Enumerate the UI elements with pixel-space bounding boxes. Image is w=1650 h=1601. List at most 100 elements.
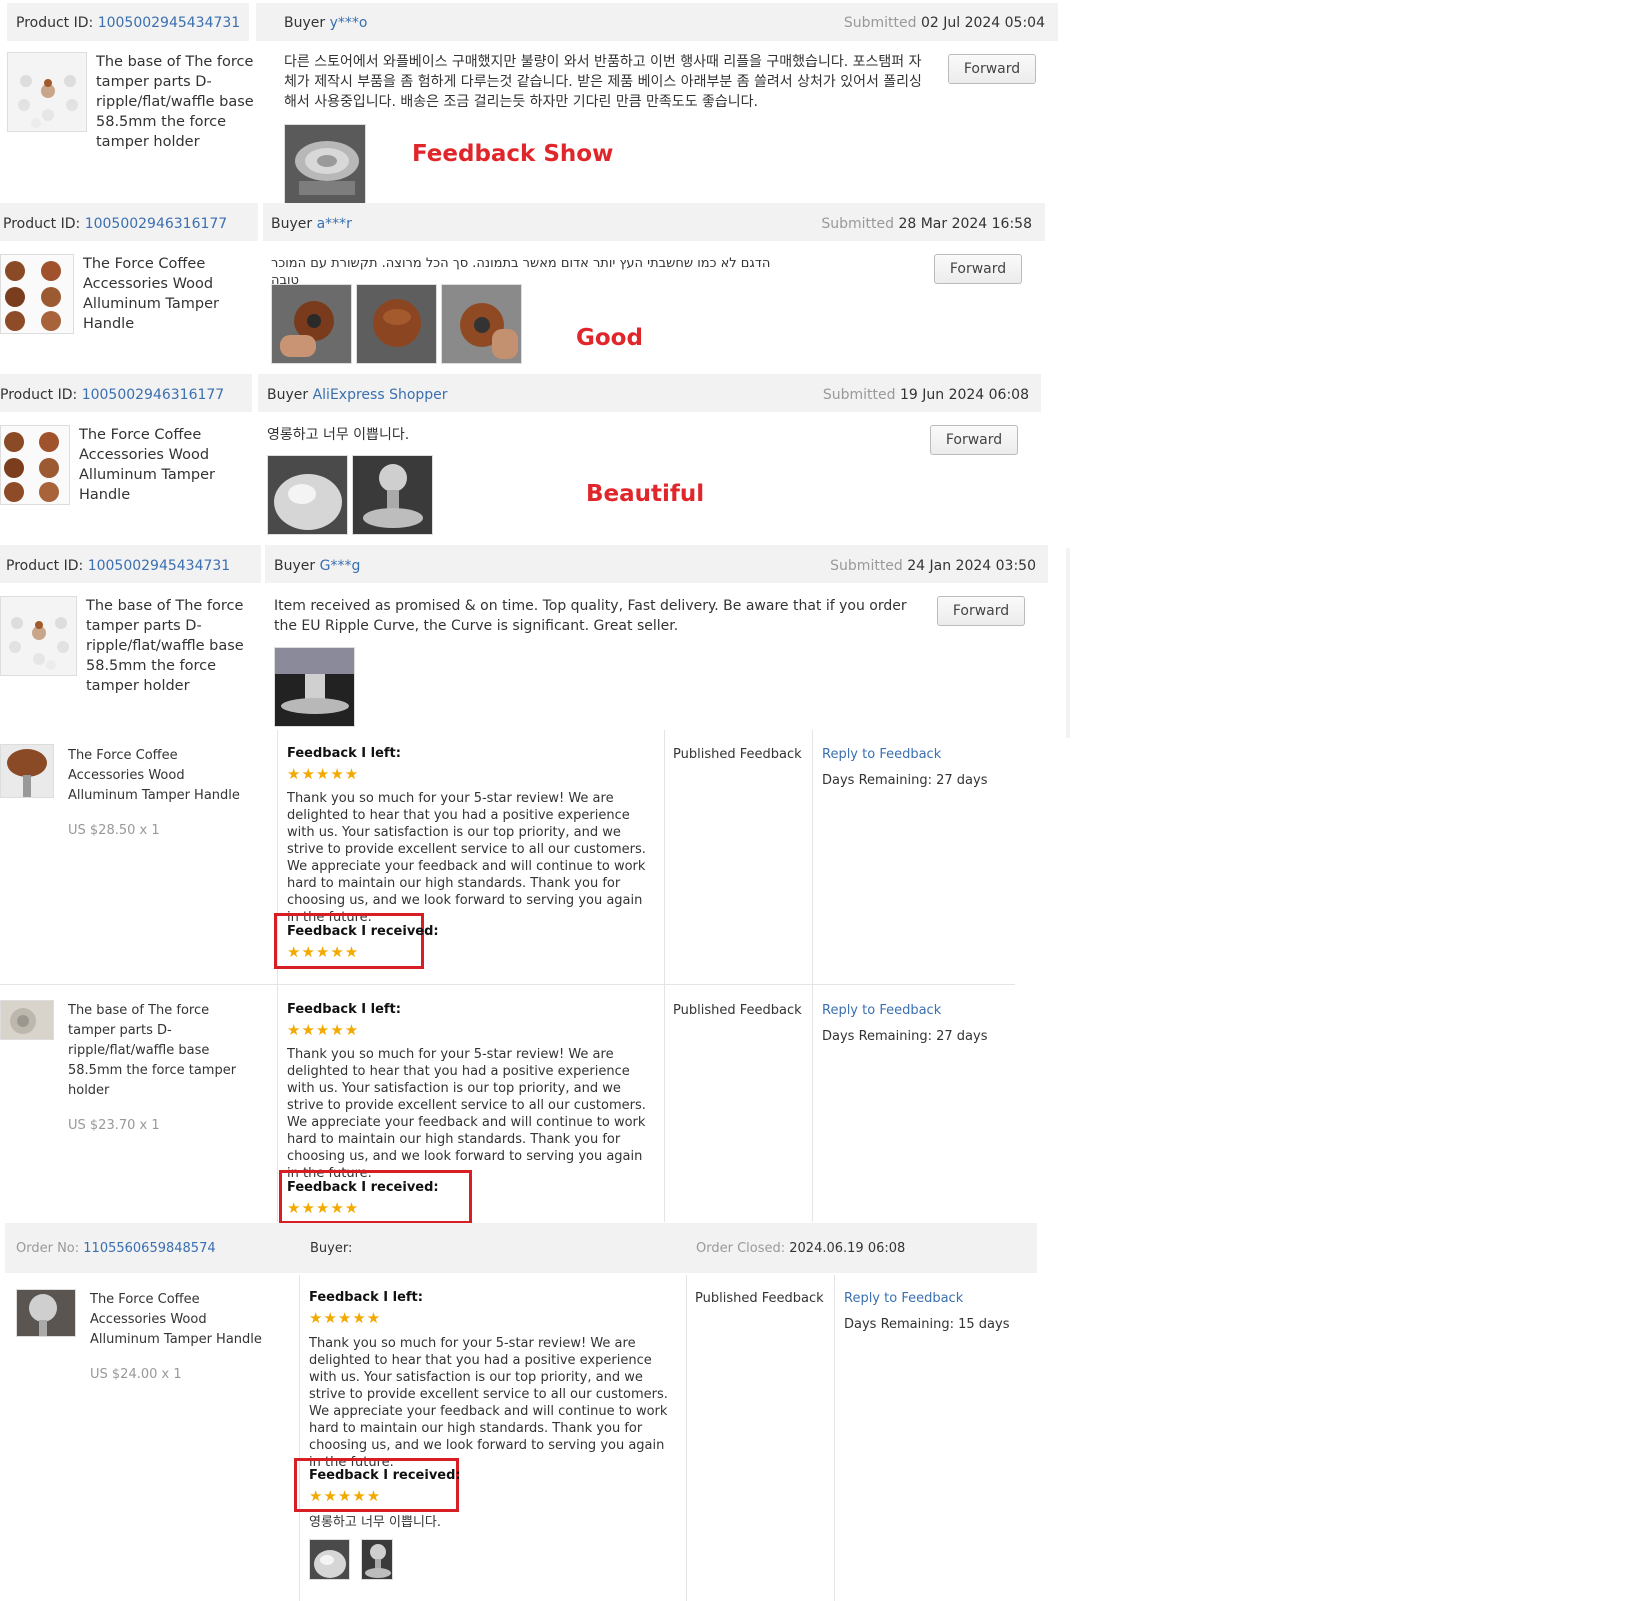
tamper-photo: [353, 456, 432, 534]
wood-handle-image: [1, 745, 53, 797]
days-remaining: Days Remaining: 15 days: [844, 1317, 1010, 1332]
review-photo[interactable]: [274, 647, 355, 727]
review-photo[interactable]: [441, 284, 522, 364]
order-closed-row: Order Closed: 2024.06.19 06:08: [696, 1240, 905, 1257]
seller-reply-text: Thank you so much for your 5-star review…: [287, 791, 646, 925]
submitted-date: 02 Jul 2024 05:04: [920, 15, 1045, 31]
product-thumbnail[interactable]: [0, 596, 77, 676]
forward-button[interactable]: Forward: [934, 254, 1022, 284]
star-rating: ★★★★★: [309, 1309, 382, 1327]
product-id-label: Product ID:: [3, 216, 81, 232]
days-remaining: Days Remaining: 27 days: [822, 773, 988, 788]
handle-photo: [272, 285, 351, 363]
column-divider: [299, 1275, 300, 1601]
submitted-label: Submitted: [830, 558, 903, 574]
reply-to-feedback-link[interactable]: Reply to Feedback: [822, 1002, 941, 1019]
product-price: US $23.70 x 1: [68, 1118, 160, 1133]
review-photo[interactable]: [361, 1539, 393, 1580]
ripple-base-photo: [285, 125, 365, 203]
product-thumbnail[interactable]: [7, 52, 87, 132]
product-title[interactable]: The Force Coffee Accessories Wood Allumi…: [83, 254, 253, 334]
product-id-link[interactable]: 1005002945434731: [98, 15, 241, 31]
buyer-feedback-text: 영롱하고 너무 이쁩니다.: [309, 1515, 441, 1530]
review-text: 다른 스토어에서 와플베이스 구매했지만 불량이 와서 반품하고 이번 행사때 …: [284, 54, 922, 110]
row-divider: [0, 984, 1015, 985]
annotation-label: Good: [576, 325, 643, 351]
wood-handles-image: [4, 432, 59, 502]
star-rating: ★★★★★: [287, 765, 360, 783]
order-closed-label: Order Closed:: [696, 1241, 786, 1256]
seller-reply-text: Thank you so much for your 5-star review…: [309, 1336, 668, 1470]
product-thumbnail[interactable]: [0, 744, 54, 798]
column-divider: [664, 986, 665, 1222]
buyer-label: Buyer: [274, 558, 316, 574]
forward-button[interactable]: Forward: [937, 596, 1025, 626]
chrome-tamper-image: [17, 1290, 75, 1336]
review-photo[interactable]: [271, 284, 352, 364]
star-rating: ★★★★★: [309, 1487, 382, 1505]
forward-button[interactable]: Forward: [948, 54, 1036, 84]
annotation-label: Beautiful: [586, 481, 705, 507]
forward-button[interactable]: Forward: [930, 425, 1018, 455]
product-thumbnail[interactable]: [0, 425, 70, 505]
product-id-link[interactable]: 1005002946316177: [82, 387, 225, 403]
submitted-label: Submitted: [821, 216, 894, 232]
submitted-row: Submitted 19 Jun 2024 06:08: [823, 385, 1029, 405]
published-feedback-label: Published Feedback: [673, 1003, 802, 1018]
review-photo[interactable]: [352, 455, 433, 535]
product-price: US $28.50 x 1: [68, 823, 160, 838]
product-title[interactable]: The base of The force tamper parts D-rip…: [96, 52, 266, 152]
column-divider: [812, 986, 813, 1222]
feedback-left-label: Feedback I left:: [287, 746, 401, 761]
submitted-date: 28 Mar 2024 16:58: [898, 216, 1032, 232]
review-photo[interactable]: [356, 284, 437, 364]
product-price: US $24.00 x 1: [90, 1367, 182, 1382]
annotation-label: Feedback Show: [412, 141, 614, 167]
chrome-handle-photo: [310, 1540, 349, 1579]
tamper-bases-image: [9, 617, 69, 670]
buyer-row: Buyer y***o: [284, 13, 367, 33]
product-title[interactable]: The base of The force tamper parts D-rip…: [86, 596, 261, 696]
tamper-bases-image: [18, 75, 78, 128]
review-photo[interactable]: [284, 124, 366, 204]
submitted-row: Submitted 24 Jan 2024 03:50: [830, 556, 1036, 576]
buyer-label: Buyer: [271, 216, 313, 232]
handle-photo: [442, 285, 521, 363]
buyer-row: Buyer G***g: [274, 556, 360, 576]
product-id-row: Product ID: 1005002945434731: [6, 556, 230, 576]
product-id-link[interactable]: 1005002945434731: [88, 558, 231, 574]
product-thumbnail[interactable]: [0, 254, 74, 334]
buyer-label: Buyer: [267, 387, 309, 403]
product-title[interactable]: The Force Coffee Accessories Wood Allumi…: [68, 746, 248, 806]
buyer-row: Buyer a***r: [271, 214, 352, 234]
tamper-photo: [362, 1540, 392, 1579]
order-no-link[interactable]: 1105560659848574: [83, 1241, 215, 1256]
buyer-label: Buyer: [284, 15, 326, 31]
buyer-link[interactable]: AliExpress Shopper: [313, 387, 448, 403]
product-id-label: Product ID:: [0, 387, 78, 403]
product-id-row: Product ID: 1005002945434731: [16, 13, 240, 33]
product-title[interactable]: The Force Coffee Accessories Wood Allumi…: [90, 1290, 270, 1350]
product-title[interactable]: The base of The force tamper parts D-rip…: [68, 1001, 238, 1101]
reply-to-feedback-link[interactable]: Reply to Feedback: [844, 1290, 963, 1307]
submitted-row: Submitted 28 Mar 2024 16:58: [821, 214, 1032, 234]
product-thumbnail[interactable]: [0, 1000, 54, 1040]
feedback-left-label: Feedback I left:: [287, 1002, 401, 1017]
handle-photo: [357, 285, 436, 363]
buyer-link[interactable]: a***r: [317, 216, 352, 232]
chrome-handle-photo: [268, 456, 347, 534]
product-title[interactable]: The Force Coffee Accessories Wood Allumi…: [79, 425, 249, 505]
product-id-link[interactable]: 1005002946316177: [85, 216, 228, 232]
product-thumbnail[interactable]: [16, 1289, 76, 1337]
review-photo[interactable]: [309, 1539, 350, 1580]
star-rating: ★★★★★: [287, 943, 360, 961]
feedback-received-label: Feedback I received:: [309, 1468, 461, 1483]
review-photo[interactable]: [267, 455, 348, 535]
tamper-base-image: [1, 1001, 53, 1039]
submitted-date: 24 Jan 2024 03:50: [907, 558, 1036, 574]
order-buyer-label: Buyer:: [310, 1241, 353, 1256]
reply-to-feedback-link[interactable]: Reply to Feedback: [822, 746, 941, 763]
buyer-link[interactable]: G***g: [320, 558, 361, 574]
buyer-link[interactable]: y***o: [330, 15, 368, 31]
order-no-label: Order No:: [16, 1241, 80, 1256]
